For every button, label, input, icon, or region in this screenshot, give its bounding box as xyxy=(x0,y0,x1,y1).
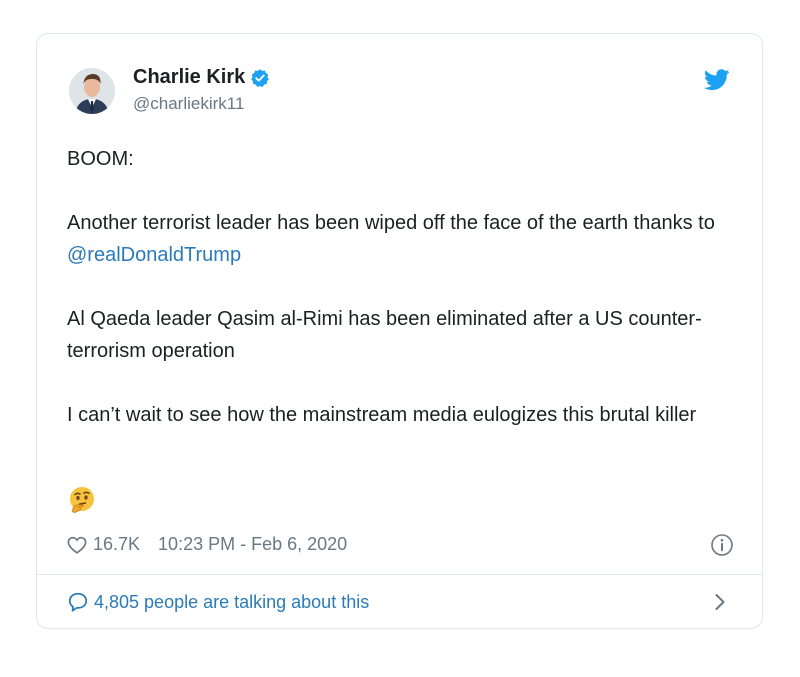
tweet-paragraph-2: Another terrorist leader has been wiped … xyxy=(67,207,737,271)
avatar[interactable] xyxy=(69,68,115,114)
author-row: Charlie Kirk xyxy=(133,66,270,89)
tweet-meta: 16.7K 10:23 PM - Feb 6, 2020 xyxy=(67,534,347,555)
tweet-timestamp[interactable]: 10:23 PM - Feb 6, 2020 xyxy=(158,534,347,555)
divider xyxy=(37,574,762,575)
mention-link[interactable]: @realDonaldTrump xyxy=(67,244,241,266)
tweet-text: BOOM: Another terrorist leader has been … xyxy=(67,143,737,463)
conversation-link[interactable]: 4,805 people are talking about this xyxy=(67,591,369,613)
author-name[interactable]: Charlie Kirk xyxy=(133,66,245,89)
conversation-count-text[interactable]: 4,805 people are talking about this xyxy=(94,592,369,613)
tweet-paragraph-3: Al Qaeda leader Qasim al-Rimi has been e… xyxy=(67,308,702,362)
heart-icon[interactable] xyxy=(67,536,87,554)
chevron-right-icon[interactable] xyxy=(714,593,726,611)
verified-badge-icon xyxy=(251,68,270,87)
author-handle[interactable]: @charliekirk11 xyxy=(133,94,244,114)
tweet-paragraph-1: BOOM: xyxy=(67,148,134,170)
thinking-face-emoji-icon xyxy=(70,487,94,513)
info-icon[interactable] xyxy=(710,533,734,557)
speech-bubble-icon xyxy=(68,592,88,612)
tweet-embed-card: Charlie Kirk @charliekirk11 BOOM: Anothe… xyxy=(36,33,763,629)
twitter-bird-icon[interactable] xyxy=(704,69,730,91)
tweet-paragraph-2-text: Another terrorist leader has been wiped … xyxy=(67,212,715,234)
like-count[interactable]: 16.7K xyxy=(93,534,140,555)
tweet-paragraph-4: I can’t wait to see how the mainstream m… xyxy=(67,404,697,426)
